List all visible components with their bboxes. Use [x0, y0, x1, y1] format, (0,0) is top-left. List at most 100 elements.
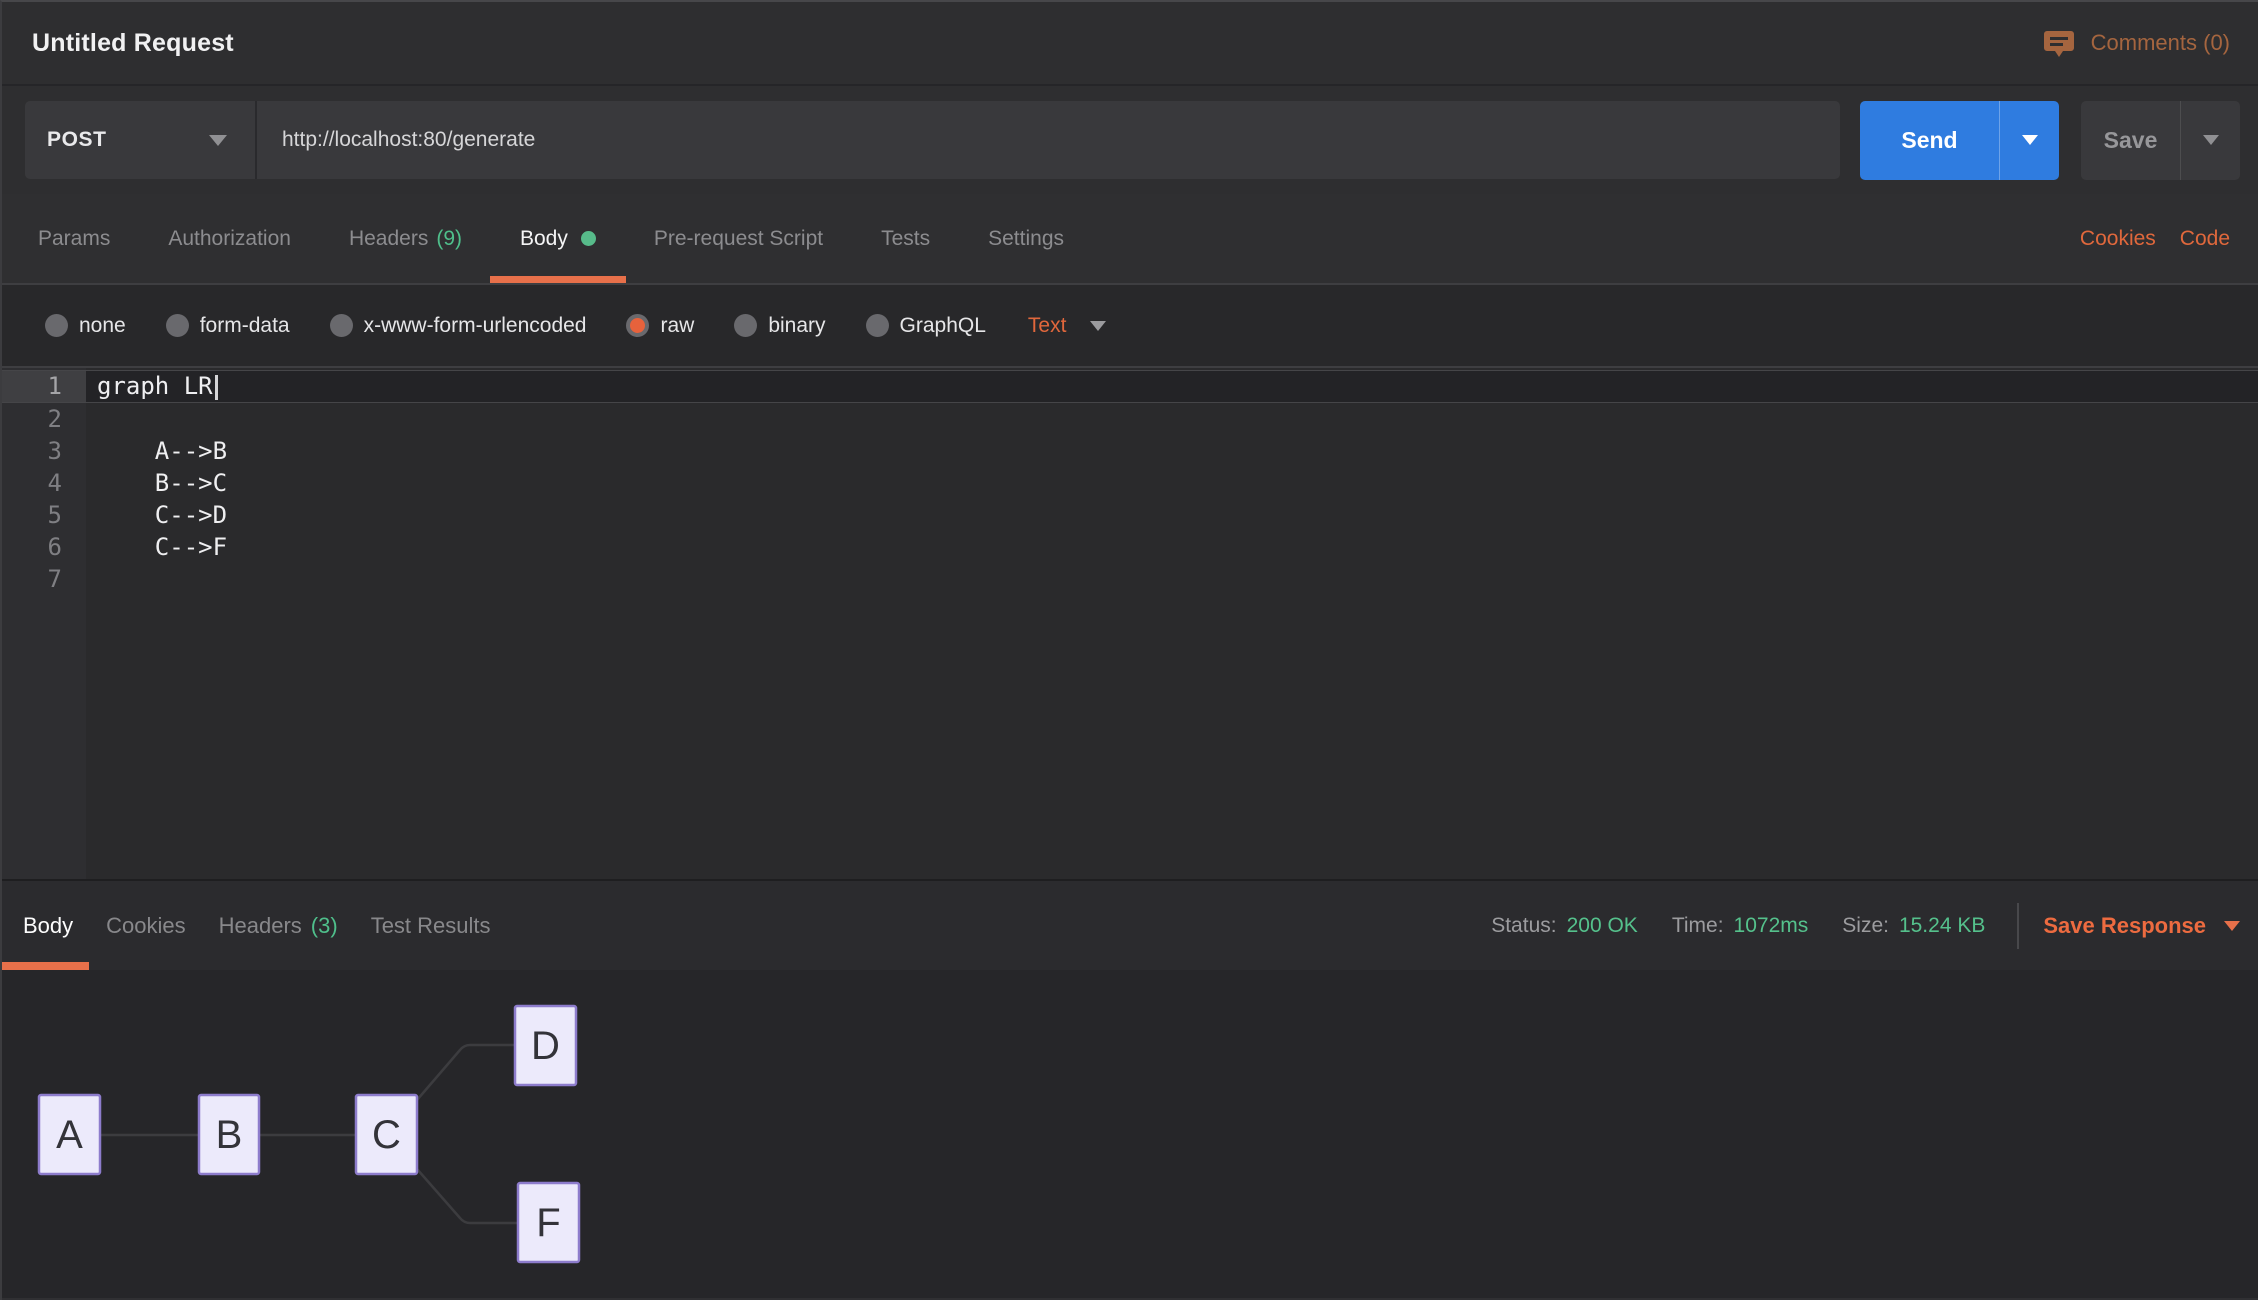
tab-response-body[interactable]: Body: [8, 881, 88, 970]
body-type-raw[interactable]: raw: [626, 314, 694, 338]
line-number: 6: [2, 531, 86, 563]
code-text: graph LR: [97, 372, 213, 400]
request-bar: POST Send Save: [2, 86, 2258, 194]
request-header: Untitled Request Comments (0): [2, 2, 2258, 86]
editor-line[interactable]: 4 B-->C: [2, 467, 2258, 499]
save-options-button[interactable]: [2180, 101, 2240, 180]
status-value: 200 OK: [1567, 914, 1638, 938]
graph-node-a-label: A: [56, 1113, 83, 1157]
radio-button-selected-icon: [626, 314, 649, 337]
response-header: Body Cookies Headers (3) Test Results St…: [2, 879, 2258, 970]
format-select[interactable]: Text: [1028, 314, 1107, 338]
page-title: Untitled Request: [32, 29, 234, 58]
tab-response-cookies-label: Cookies: [106, 913, 185, 939]
body-type-form-data[interactable]: form-data: [166, 314, 290, 338]
save-response-button[interactable]: Save Response: [2043, 913, 2240, 939]
tab-authorization-label: Authorization: [168, 227, 291, 251]
format-select-value: Text: [1028, 314, 1067, 338]
body-type-binary[interactable]: binary: [734, 314, 825, 338]
tab-test-results[interactable]: Test Results: [356, 881, 506, 970]
body-type-urlencoded[interactable]: x-www-form-urlencoded: [330, 314, 587, 338]
editor-line[interactable]: 1 graph LR: [2, 370, 2258, 403]
headers-count-badge: (9): [436, 227, 462, 251]
tab-response-headers-label: Headers: [219, 913, 302, 939]
code-link[interactable]: Code: [2180, 227, 2230, 251]
line-number: 2: [2, 403, 86, 435]
body-type-urlencoded-label: x-www-form-urlencoded: [364, 314, 587, 338]
body-modified-dot: [581, 231, 596, 246]
tab-pre-request-script[interactable]: Pre-request Script: [654, 194, 823, 283]
tab-authorization[interactable]: Authorization: [168, 194, 291, 283]
status-label: Status:: [1491, 914, 1556, 938]
radio-button-icon: [166, 314, 189, 337]
tab-params-label: Params: [38, 227, 110, 251]
editor-line[interactable]: 7: [2, 563, 2258, 595]
tab-settings[interactable]: Settings: [988, 194, 1064, 283]
size-badge: Size: 15.24 KB: [1842, 914, 1985, 938]
radio-button-icon: [866, 314, 889, 337]
chevron-down-icon: [1090, 321, 1106, 331]
tab-response-body-label: Body: [23, 913, 73, 939]
url-input[interactable]: [257, 101, 1840, 179]
edge-c-f: [417, 1169, 518, 1223]
tab-tests[interactable]: Tests: [881, 194, 930, 283]
size-value: 15.24 KB: [1899, 914, 1985, 938]
tab-tests-label: Tests: [881, 227, 930, 251]
code-text: C-->D: [86, 499, 2258, 531]
body-type-binary-label: binary: [768, 314, 825, 338]
body-type-none[interactable]: none: [45, 314, 126, 338]
response-headers-count-badge: (3): [311, 913, 338, 939]
response-body-panel: A B C D F: [2, 970, 2258, 1300]
tab-response-cookies[interactable]: Cookies: [91, 881, 200, 970]
send-options-button[interactable]: [1999, 101, 2059, 180]
request-body-editor[interactable]: 1 graph LR 2 3 A-->B 4 B-->C 5 C-->D 6 C…: [2, 368, 2258, 879]
tab-body[interactable]: Body: [520, 194, 596, 283]
graph-node-d[interactable]: D: [515, 1006, 576, 1085]
comments-label: Comments (0): [2091, 30, 2230, 56]
tab-params[interactable]: Params: [38, 194, 110, 283]
time-label: Time:: [1672, 914, 1724, 938]
graph-node-a[interactable]: A: [39, 1095, 100, 1174]
editor-line[interactable]: 3 A-->B: [2, 435, 2258, 467]
graph-node-b[interactable]: B: [199, 1095, 259, 1174]
body-type-raw-label: raw: [660, 314, 694, 338]
body-type-form-data-label: form-data: [200, 314, 290, 338]
graph-node-f[interactable]: F: [518, 1183, 579, 1262]
time-value: 1072ms: [1734, 914, 1809, 938]
radio-button-icon: [734, 314, 757, 337]
save-button[interactable]: Save: [2081, 101, 2180, 180]
editor-line[interactable]: 5 C-->D: [2, 499, 2258, 531]
body-type-graphql[interactable]: GraphQL: [866, 314, 986, 338]
radio-button-icon: [45, 314, 68, 337]
tab-pre-request-label: Pre-request Script: [654, 227, 823, 251]
graph-node-c-label: C: [372, 1113, 401, 1157]
tab-test-results-label: Test Results: [371, 913, 491, 939]
request-tabs: Params Authorization Headers (9) Body Pr…: [2, 194, 2258, 285]
body-type-row: none form-data x-www-form-urlencoded raw…: [2, 285, 2258, 368]
line-number: 3: [2, 435, 86, 467]
comment-icon: [2043, 27, 2075, 59]
code-text: [86, 563, 2258, 595]
text-cursor: [215, 375, 218, 400]
code-text: [86, 403, 2258, 435]
app-window: Untitled Request Comments (0) POST Send: [0, 0, 2258, 1300]
editor-line[interactable]: 2: [2, 403, 2258, 435]
graph-node-c[interactable]: C: [356, 1095, 417, 1174]
code-text: B-->C: [86, 467, 2258, 499]
vertical-divider: [2017, 903, 2019, 949]
status-badge: Status: 200 OK: [1491, 914, 1638, 938]
body-type-graphql-label: GraphQL: [900, 314, 986, 338]
editor-line[interactable]: 6 C-->F: [2, 531, 2258, 563]
code-text: C-->F: [86, 531, 2258, 563]
edge-c-d: [417, 1045, 515, 1100]
tab-headers[interactable]: Headers (9): [349, 194, 462, 283]
tab-response-headers[interactable]: Headers (3): [204, 881, 353, 970]
send-button-group: Send: [1860, 101, 2059, 180]
method-select[interactable]: POST: [25, 101, 257, 179]
save-response-label: Save Response: [2043, 913, 2206, 939]
code-text: A-->B: [86, 435, 2258, 467]
send-button[interactable]: Send: [1860, 101, 1999, 180]
cookies-link[interactable]: Cookies: [2080, 227, 2156, 251]
tabs-right-links: Cookies Code: [2080, 194, 2230, 283]
comments-button[interactable]: Comments (0): [2043, 27, 2230, 59]
